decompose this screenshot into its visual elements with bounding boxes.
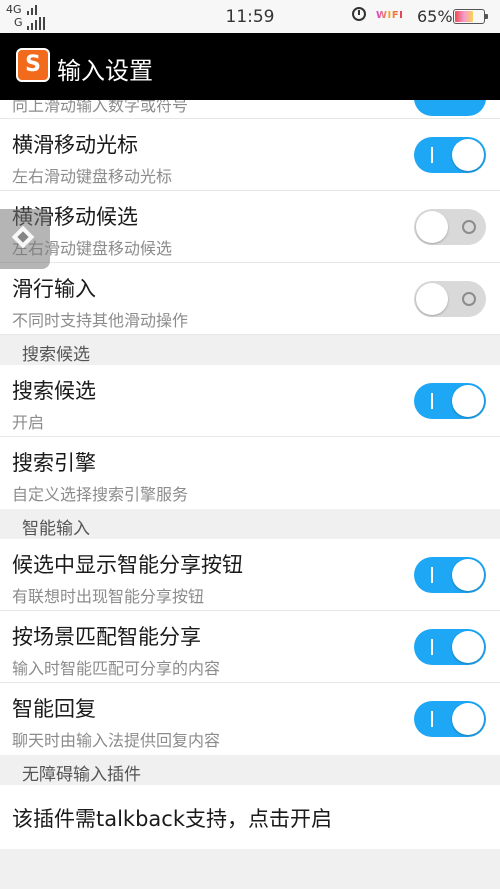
settings-row-swipe-candidate[interactable]: 横滑移动候选 左右滑动键盘移动候选 xyxy=(0,191,500,263)
toggle-on-mark-icon xyxy=(431,567,433,583)
section-header-smart: 智能输入 xyxy=(0,509,500,539)
setting-title: 候选中显示智能分享按钮 xyxy=(12,553,243,577)
setting-subtitle: 输入时智能匹配可分享的内容 xyxy=(12,659,221,678)
toggle-knob xyxy=(416,211,448,243)
settings-row-search-engine[interactable]: 搜索引擎 自定义选择搜索引擎服务 xyxy=(0,437,500,509)
setting-subtitle: 向上滑动输入数字或符号 xyxy=(12,100,189,115)
battery-icon xyxy=(453,9,488,24)
title-bar: S 输入设置 xyxy=(0,33,500,100)
toggle-knob xyxy=(452,631,484,663)
toggle-on-mark-icon xyxy=(431,393,433,409)
toggle-switch[interactable] xyxy=(414,100,486,116)
setting-subtitle: 不同时支持其他滑动操作 xyxy=(12,311,189,330)
settings-row-glide-input[interactable]: 滑行输入 不同时支持其他滑动操作 xyxy=(0,263,500,335)
toggle-switch[interactable] xyxy=(414,701,486,737)
toggle-knob xyxy=(416,283,448,315)
toggle-off-mark-icon xyxy=(462,220,476,234)
toggle-knob xyxy=(452,139,484,171)
settings-row-scene-share[interactable]: 按场景匹配智能分享 输入时智能匹配可分享的内容 xyxy=(0,611,500,683)
toggle-on-mark-icon xyxy=(431,639,433,655)
setting-title: 搜索候选 xyxy=(12,379,96,403)
settings-list[interactable]: 向上滑动输入数字或符号 横滑移动光标 左右滑动键盘移动光标 横滑移动候选 左右滑… xyxy=(0,100,500,849)
section-title: 无障碍输入插件 xyxy=(22,765,141,785)
setting-title: 按场景匹配智能分享 xyxy=(12,625,201,649)
section-header-search: 搜索候选 xyxy=(0,335,500,365)
wifi-label: WIFI xyxy=(376,10,404,21)
toggle-knob xyxy=(452,559,484,591)
page-title: 输入设置 xyxy=(57,57,153,85)
section-title: 智能输入 xyxy=(22,519,90,539)
toggle-on-mark-icon xyxy=(431,711,433,727)
section-title: 搜索候选 xyxy=(22,345,90,365)
toggle-knob xyxy=(452,385,484,417)
settings-row-partial[interactable]: 向上滑动输入数字或符号 xyxy=(0,100,500,119)
toggle-knob xyxy=(452,703,484,735)
setting-subtitle: 开启 xyxy=(12,413,45,432)
setting-subtitle: 左右滑动键盘移动光标 xyxy=(12,167,173,186)
wifi-icon: WIFI xyxy=(376,10,403,21)
setting-title: 搜索引擎 xyxy=(12,451,96,475)
alarm-clock-icon xyxy=(352,7,366,21)
battery-percent: 65% xyxy=(417,7,453,26)
setting-title: 横滑移动光标 xyxy=(12,133,138,157)
setting-title: 该插件需talkback支持，点击开启 xyxy=(12,807,333,831)
toggle-switch[interactable] xyxy=(414,209,486,245)
setting-subtitle: 聊天时由输入法提供回复内容 xyxy=(12,731,221,750)
settings-row-share-button[interactable]: 候选中显示智能分享按钮 有联想时出现智能分享按钮 xyxy=(0,539,500,611)
settings-row-smart-reply[interactable]: 智能回复 聊天时由输入法提供回复内容 xyxy=(0,683,500,755)
setting-subtitle: 有联想时出现智能分享按钮 xyxy=(12,587,205,606)
battery-level-fill xyxy=(455,11,473,22)
floating-dpad-icon[interactable] xyxy=(0,209,50,269)
setting-title: 滑行输入 xyxy=(12,277,96,301)
sogou-logo-icon[interactable]: S xyxy=(16,48,50,82)
setting-title: 智能回复 xyxy=(12,697,96,721)
setting-subtitle: 自定义选择搜索引擎服务 xyxy=(12,485,189,504)
toggle-switch[interactable] xyxy=(414,383,486,419)
settings-row-talkback[interactable]: 该插件需talkback支持，点击开启 xyxy=(0,785,500,849)
toggle-switch[interactable] xyxy=(414,557,486,593)
toggle-switch[interactable] xyxy=(414,137,486,173)
section-header-accessibility: 无障碍输入插件 xyxy=(0,755,500,785)
toggle-on-mark-icon xyxy=(431,147,433,163)
toggle-switch[interactable] xyxy=(414,629,486,665)
toggle-switch[interactable] xyxy=(414,281,486,317)
settings-row-swipe-cursor[interactable]: 横滑移动光标 左右滑动键盘移动光标 xyxy=(0,119,500,191)
status-bar: 4G G 11:59 WIFI 65% xyxy=(0,0,500,33)
settings-row-search-candidate[interactable]: 搜索候选 开启 xyxy=(0,365,500,437)
toggle-off-mark-icon xyxy=(462,292,476,306)
